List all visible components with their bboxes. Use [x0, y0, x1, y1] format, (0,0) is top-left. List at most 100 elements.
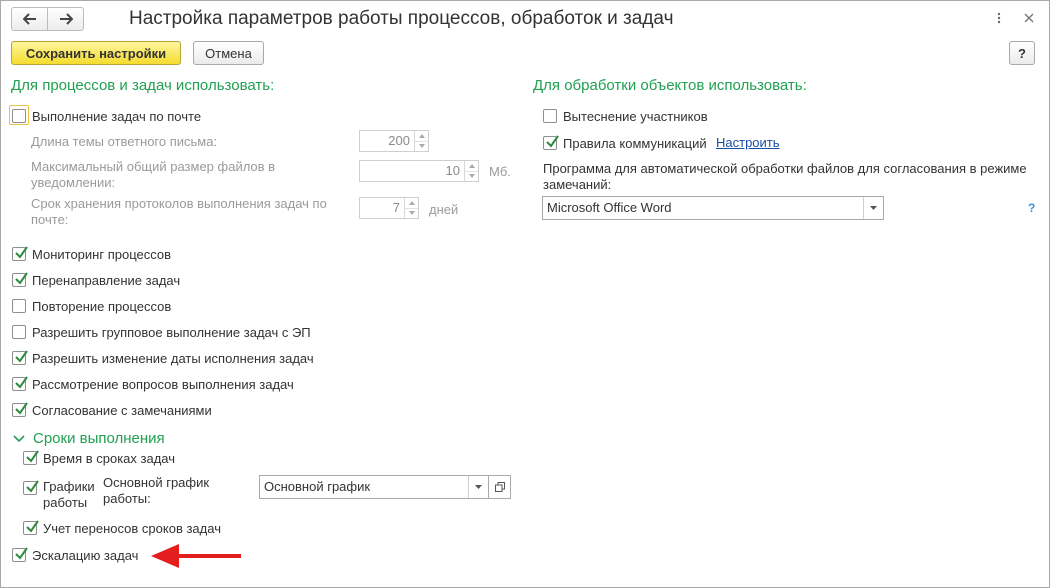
- main-schedule-label: Основной график работы:: [103, 475, 210, 506]
- time-in-deadlines-label: Время в сроках задач: [43, 450, 176, 466]
- window-title: Настройка параметров работы процессов, о…: [129, 8, 674, 29]
- work-schedules-checkbox[interactable]: Графики работы: [23, 479, 95, 515]
- option-label: Разрешить групповое выполнение задач с Э…: [32, 324, 311, 340]
- log-retention-unit: дней: [429, 202, 459, 217]
- file-program-label: Программа для автоматической обработки ф…: [543, 161, 1027, 192]
- checkmark-icon: [546, 135, 559, 148]
- caret-down-icon: [870, 206, 877, 210]
- checkbox-unchecked: [12, 109, 26, 123]
- checkbox-checked: [23, 520, 39, 535]
- checkbox-checked: [12, 376, 28, 391]
- chevron-down-icon: [13, 434, 25, 442]
- spinner[interactable]: [464, 161, 478, 181]
- log-retention-label: Срок хранения протоколов выполнения зада…: [31, 196, 327, 227]
- reply-subject-length-input[interactable]: 200: [359, 130, 429, 152]
- escalation-checkbox[interactable]: Эскалацию задач: [12, 546, 138, 564]
- max-files-size-unit: Мб.: [489, 164, 511, 179]
- option-change-due-date-checkbox[interactable]: Разрешить изменение даты исполнения зада…: [12, 349, 314, 367]
- processes-section-title: Для процессов и задач использовать:: [11, 77, 275, 94]
- option-label: Повторение процессов: [32, 298, 172, 314]
- deadlines-section-title: Сроки выполнения: [33, 430, 165, 447]
- option-questions-review-checkbox[interactable]: Рассмотрение вопросов выполнения задач: [12, 375, 294, 393]
- checkmark-icon: [15, 272, 28, 285]
- checkmark-icon: [15, 376, 28, 389]
- dropdown-button[interactable]: [863, 197, 883, 219]
- checkbox-unchecked: [12, 325, 26, 339]
- close-icon: [1024, 13, 1034, 23]
- arrow-right-icon: [59, 13, 73, 25]
- spin-up-icon[interactable]: [415, 131, 428, 141]
- checkmark-icon: [15, 402, 28, 415]
- checkmark-icon: [26, 450, 39, 463]
- checkbox-unchecked: [543, 109, 557, 123]
- cancel-button[interactable]: Отмена: [193, 41, 264, 65]
- checkmark-icon: [26, 480, 39, 493]
- option-group-execution-checkbox[interactable]: Разрешить групповое выполнение задач с Э…: [12, 323, 311, 341]
- spinner[interactable]: [404, 198, 418, 218]
- configure-link[interactable]: Настроить: [716, 135, 780, 150]
- communication-rules-label: Правила коммуникаций: [563, 135, 707, 151]
- objects-section-title: Для обработки объектов использовать:: [533, 77, 807, 94]
- caret-down-icon: [475, 485, 482, 489]
- save-settings-button[interactable]: Сохранить настройки: [11, 41, 181, 65]
- max-files-size-input[interactable]: 10: [359, 160, 479, 182]
- help-question-icon[interactable]: ?: [1028, 201, 1035, 215]
- deadline-transfers-checkbox[interactable]: Учет переносов сроков задач: [23, 519, 221, 537]
- arrow-left-icon: [22, 13, 36, 25]
- displacement-checkbox[interactable]: Вытеснение участников: [543, 107, 708, 125]
- log-retention-input[interactable]: 7: [359, 197, 419, 219]
- spin-down-icon[interactable]: [405, 207, 418, 219]
- checkbox-unchecked: [12, 299, 26, 313]
- spin-up-icon[interactable]: [465, 161, 478, 171]
- deadline-transfers-label: Учет переносов сроков задач: [43, 520, 221, 536]
- checkmark-icon: [15, 246, 28, 259]
- checkmark-icon: [26, 520, 39, 533]
- settings-window: Настройка параметров работы процессов, о…: [0, 0, 1050, 588]
- time-in-deadlines-checkbox[interactable]: Время в сроках задач: [23, 449, 175, 467]
- back-button[interactable]: [12, 8, 47, 30]
- option-label: Рассмотрение вопросов выполнения задач: [32, 376, 294, 392]
- checkmark-icon: [15, 547, 28, 560]
- communication-rules-checkbox[interactable]: Правила коммуникаций: [543, 134, 707, 152]
- checkbox-checked: [23, 480, 39, 495]
- close-button[interactable]: [1021, 10, 1037, 26]
- dropdown-button[interactable]: [468, 476, 488, 498]
- mail-tasks-label: Выполнение задач по почте: [32, 108, 202, 124]
- option-label: Перенаправление задач: [32, 272, 181, 288]
- red-arrow-annotation: [151, 544, 241, 568]
- option-task-redirect-checkbox[interactable]: Перенаправление задач: [12, 271, 180, 289]
- deadlines-group-toggle[interactable]: Сроки выполнения: [13, 430, 165, 447]
- work-schedules-label: Графики работы: [43, 479, 95, 510]
- spin-up-icon[interactable]: [405, 198, 418, 208]
- checkbox-checked: [12, 246, 28, 261]
- reply-subject-length-label: Длина темы ответного письма:: [31, 134, 218, 149]
- open-schedule-button[interactable]: [489, 475, 511, 499]
- help-button[interactable]: ?: [1009, 41, 1035, 65]
- max-files-size-label: Максимальный общий размер файлов в уведо…: [31, 159, 276, 190]
- option-label: Мониторинг процессов: [32, 246, 172, 262]
- kebab-menu-icon: [997, 12, 1001, 24]
- spin-down-icon[interactable]: [415, 140, 428, 152]
- checkbox-checked: [12, 272, 28, 287]
- checkbox-checked: [12, 350, 28, 365]
- spinner[interactable]: [414, 131, 428, 151]
- checkbox-checked: [543, 135, 559, 150]
- navigation-buttons: [11, 7, 84, 31]
- option-process-repeat-checkbox[interactable]: Повторение процессов: [12, 297, 171, 315]
- option-process-monitoring-checkbox[interactable]: Мониторинг процессов: [12, 245, 171, 263]
- forward-button[interactable]: [47, 8, 83, 30]
- option-approval-with-remarks-checkbox[interactable]: Согласование с замечаниями: [12, 401, 212, 419]
- escalation-label: Эскалацию задач: [32, 547, 139, 563]
- checkbox-checked: [12, 402, 28, 417]
- checkmark-icon: [15, 350, 28, 363]
- file-program-select[interactable]: Microsoft Office Word: [542, 196, 884, 220]
- main-schedule-select[interactable]: Основной график: [259, 475, 489, 499]
- option-label: Разрешить изменение даты исполнения зада…: [32, 350, 314, 366]
- spin-down-icon[interactable]: [465, 170, 478, 182]
- mail-tasks-checkbox[interactable]: Выполнение задач по почте: [12, 107, 201, 125]
- checkbox-checked: [23, 450, 39, 465]
- more-menu-button[interactable]: [991, 10, 1007, 26]
- checkbox-checked: [12, 547, 28, 562]
- option-label: Согласование с замечаниями: [32, 402, 212, 418]
- open-window-icon: [494, 482, 505, 492]
